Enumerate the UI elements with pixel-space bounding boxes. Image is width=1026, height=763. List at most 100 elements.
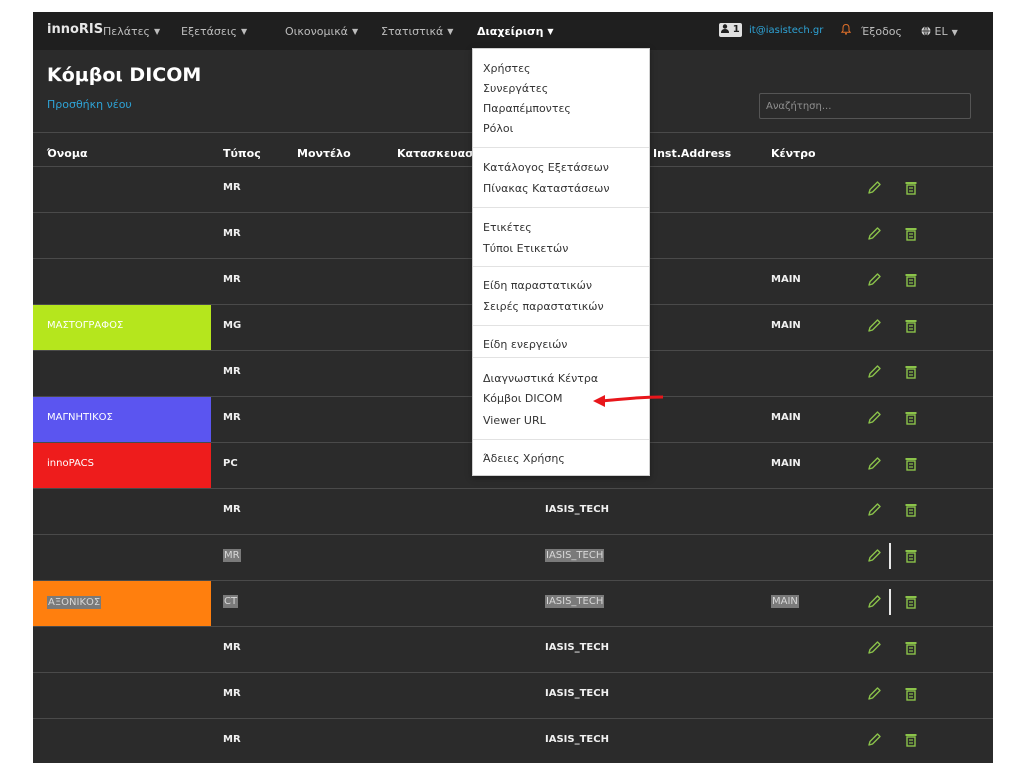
pencil-icon[interactable] xyxy=(865,731,883,749)
menu-item-diagnostic-centers[interactable]: Διαγνωστικά Κέντρα xyxy=(483,372,598,385)
nav-item-financial[interactable]: Οικονομικά ▼ xyxy=(285,25,358,38)
trash-icon[interactable] xyxy=(905,549,917,563)
center-cell: MAIN xyxy=(771,274,801,285)
menu-item-document-types[interactable]: Είδη παραστατικών xyxy=(483,279,592,292)
pencil-icon[interactable] xyxy=(865,639,883,657)
menu-item-document-series[interactable]: Σειρές παραστατικών xyxy=(483,300,604,313)
center-cell: MAIN xyxy=(771,595,799,608)
table-row[interactable]: MR IASIS_TECH xyxy=(33,672,993,718)
type-cell: MR xyxy=(223,274,241,285)
chevron-down-icon: ▼ xyxy=(241,27,248,36)
node-type: MR xyxy=(223,549,241,562)
trash-icon[interactable] xyxy=(905,687,917,701)
trash-icon[interactable] xyxy=(905,365,917,379)
language-label: EL xyxy=(934,25,948,38)
menu-item-roles[interactable]: Ρόλοι xyxy=(483,122,513,135)
name-cell: ΑΞΟΝΙΚΟΣ xyxy=(33,581,211,626)
pencil-icon[interactable] xyxy=(865,317,883,335)
type-cell: MR xyxy=(223,504,241,515)
menu-item-action-types[interactable]: Είδη ενεργειών xyxy=(483,338,567,351)
table-row[interactable]: MR IASIS_TECH xyxy=(33,626,993,672)
name-cell xyxy=(33,673,211,718)
user-email-link[interactable]: it@iasistech.gr xyxy=(749,25,823,36)
type-cell: MR xyxy=(223,182,241,193)
node-name: innoPACS xyxy=(47,458,94,469)
trash-icon[interactable] xyxy=(905,181,917,195)
name-cell: innoPACS xyxy=(33,443,211,488)
pencil-icon[interactable] xyxy=(865,271,883,289)
node-center: MAIN xyxy=(771,320,801,331)
table-row[interactable]: MR IASIS_TECH xyxy=(33,534,993,580)
menu-item-dicom-nodes[interactable]: Κόμβοι DICOM xyxy=(483,392,562,405)
name-cell xyxy=(33,351,211,396)
trash-icon[interactable] xyxy=(905,227,917,241)
menu-item-referrers[interactable]: Παραπέμποντες xyxy=(483,102,571,115)
pencil-icon[interactable] xyxy=(865,593,883,611)
bell-icon[interactable] xyxy=(840,23,852,38)
pencil-icon[interactable] xyxy=(865,225,883,243)
pencil-icon[interactable] xyxy=(865,547,883,565)
table-row[interactable]: ΑΞΟΝΙΚΟΣ CT IASIS_TECH MAIN xyxy=(33,580,993,626)
column-header-manufacturer[interactable]: Κατασκευασ xyxy=(397,147,474,160)
user-badge[interactable]: 1 xyxy=(719,23,742,37)
trash-icon[interactable] xyxy=(905,641,917,655)
menu-item-licenses[interactable]: Άδειες Χρήσης xyxy=(483,452,565,465)
trash-icon[interactable] xyxy=(905,319,917,333)
column-header-model[interactable]: Μοντέλο xyxy=(297,147,351,160)
trash-icon[interactable] xyxy=(905,595,917,609)
menu-item-labels[interactable]: Ετικέτες xyxy=(483,221,532,234)
inst-address-cell: IASIS_TECH xyxy=(545,595,605,608)
table-row[interactable]: MR IASIS_TECH xyxy=(33,718,993,763)
pencil-icon[interactable] xyxy=(865,455,883,473)
pencil-icon[interactable] xyxy=(865,501,883,519)
name-cell xyxy=(33,719,211,763)
menu-item-partners[interactable]: Συνεργάτες xyxy=(483,82,548,95)
node-inst-address: IASIS_TECH xyxy=(545,595,605,608)
column-header-inst-address[interactable]: Inst.Address xyxy=(653,147,731,160)
inst-address-cell: IASIS_TECH xyxy=(545,549,605,562)
node-name: ΜΑΓΝΗΤΙΚΟΣ xyxy=(47,412,113,423)
menu-item-label-types[interactable]: Τύποι Ετικετών xyxy=(483,242,568,255)
user-badge-count: 1 xyxy=(732,24,740,35)
nav-item-exams[interactable]: Εξετάσεις ▼ xyxy=(181,25,247,38)
trash-icon[interactable] xyxy=(905,457,917,471)
pencil-icon[interactable] xyxy=(865,363,883,381)
trash-icon[interactable] xyxy=(905,733,917,747)
brand-logo[interactable]: innoRIS xyxy=(47,22,103,37)
pencil-icon[interactable] xyxy=(865,179,883,197)
type-cell: MR xyxy=(223,228,241,239)
nav-item-customers[interactable]: Πελάτες ▼ xyxy=(103,25,160,38)
menu-item-viewer-url[interactable]: Viewer URL xyxy=(483,414,546,427)
nav-item-statistics[interactable]: Στατιστικά ▼ xyxy=(381,25,453,38)
table-row[interactable]: MR IASIS_TECH xyxy=(33,488,993,534)
type-cell: CT xyxy=(223,595,239,608)
nav-item-label: Οικονομικά xyxy=(285,25,348,38)
menu-divider xyxy=(473,266,649,267)
search-input[interactable] xyxy=(759,93,971,119)
language-selector[interactable]: EL ▼ xyxy=(921,25,958,38)
node-inst-address: IASIS_TECH xyxy=(545,688,609,699)
logout-link[interactable]: Έξοδος xyxy=(861,25,902,38)
menu-item-users[interactable]: Χρήστες xyxy=(483,62,531,75)
node-type: MR xyxy=(223,274,241,285)
add-new-link[interactable]: Προσθήκη νέου xyxy=(47,98,132,111)
node-type: MR xyxy=(223,228,241,239)
app-window: innoRIS Πελάτες ▼ Εξετάσεις ▼ Οικονομικά ▼ … xyxy=(33,12,993,763)
column-header-center[interactable]: Κέντρο xyxy=(771,147,816,160)
menu-item-exam-catalog[interactable]: Κατάλογος Εξετάσεων xyxy=(483,161,609,174)
type-cell: MR xyxy=(223,688,241,699)
nav-item-administration[interactable]: Διαχείριση ▼ xyxy=(477,25,554,38)
column-header-type[interactable]: Τύπος xyxy=(223,147,261,160)
name-cell: ΜΑΣΤΟΓΡΑΦΟΣ xyxy=(33,305,211,350)
pencil-icon[interactable] xyxy=(865,409,883,427)
trash-icon[interactable] xyxy=(905,503,917,517)
node-center: MAIN xyxy=(771,274,801,285)
column-header-name[interactable]: Όνομα xyxy=(47,147,88,160)
type-cell: PC xyxy=(223,458,238,469)
trash-icon[interactable] xyxy=(905,411,917,425)
name-cell xyxy=(33,489,211,534)
menu-item-status-table[interactable]: Πίνακας Καταστάσεων xyxy=(483,182,610,195)
pencil-icon[interactable] xyxy=(865,685,883,703)
trash-icon[interactable] xyxy=(905,273,917,287)
center-cell: MAIN xyxy=(771,412,801,423)
